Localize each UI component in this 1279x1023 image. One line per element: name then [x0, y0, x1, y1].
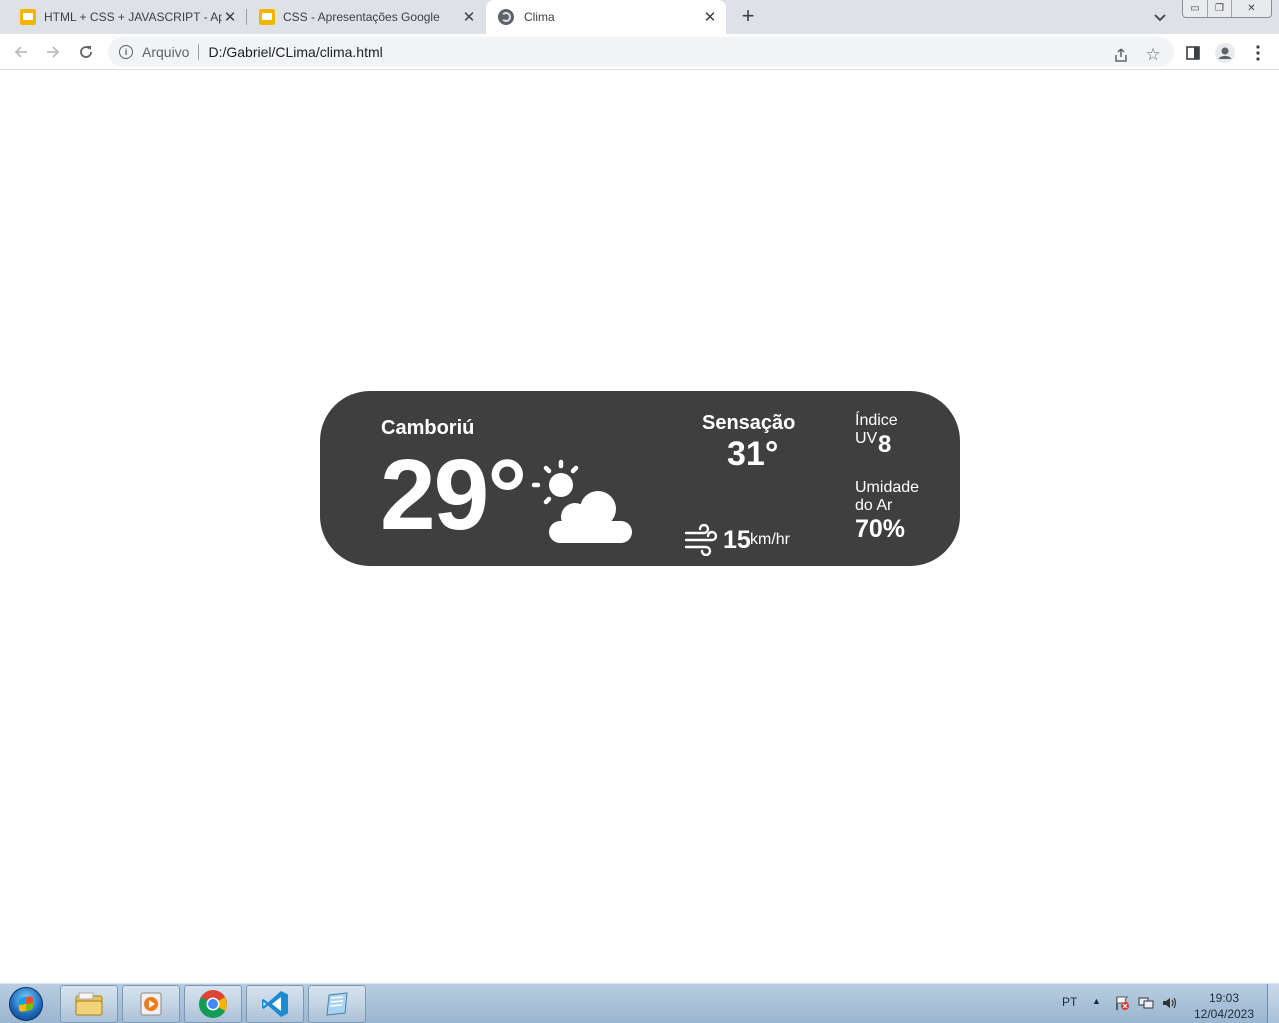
- taskbar-vscode[interactable]: [246, 985, 304, 1023]
- taskbar-chrome[interactable]: [184, 985, 242, 1023]
- reload-button[interactable]: [74, 40, 98, 64]
- start-button[interactable]: [5, 986, 47, 1022]
- tab-title: HTML + CSS + JAVASCRIPT - Apr: [44, 10, 222, 24]
- tab-strip: HTML + CSS + JAVASCRIPT - Apr ✕ CSS - Ap…: [0, 0, 1279, 34]
- show-hidden-icons-arrow-icon[interactable]: ▲: [1092, 996, 1101, 1006]
- globe-icon: [498, 9, 514, 25]
- arrow-left-icon: [14, 46, 27, 58]
- clock-time: 19:03: [1208, 991, 1240, 1005]
- uv-index-label: Índice: [855, 412, 898, 429]
- humidity-label-line2: do Ar: [855, 497, 893, 514]
- restore-button[interactable]: ❐: [1207, 0, 1231, 17]
- back-button[interactable]: [9, 40, 33, 64]
- address-bar[interactable]: i Arquivo D:/Gabriel/CLima/clima.html ☆: [108, 37, 1174, 67]
- url-text[interactable]: D:/Gabriel/CLima/clima.html: [208, 44, 382, 60]
- google-slides-icon: [259, 9, 275, 25]
- system-clock[interactable]: 19:03 12/04/2023: [1186, 990, 1262, 1022]
- new-tab-button[interactable]: +: [736, 5, 760, 29]
- explorer-icon: [75, 992, 103, 1016]
- clock-date: 12/04/2023: [1193, 1007, 1255, 1021]
- volume-icon[interactable]: [1161, 995, 1177, 1011]
- close-window-button[interactable]: ✕: [1231, 0, 1271, 17]
- temperature-value: 29°: [380, 439, 527, 551]
- close-tab-icon[interactable]: ✕: [222, 9, 238, 26]
- minimize-button[interactable]: ▭: [1183, 0, 1207, 17]
- tab-title: Clima: [524, 10, 555, 24]
- close-tab-icon[interactable]: ✕: [702, 9, 718, 26]
- city-name: Camboriú: [381, 417, 475, 439]
- wind-speed-unit: km/hr: [750, 531, 790, 548]
- notepad-icon: [326, 992, 348, 1016]
- windows-logo-icon: [9, 987, 43, 1021]
- security-chip[interactable]: Arquivo: [142, 44, 200, 60]
- google-slides-icon: [20, 9, 36, 25]
- taskbar-notepad[interactable]: [308, 985, 366, 1023]
- menu-kebab-icon[interactable]: [1248, 43, 1268, 63]
- arrow-right-icon: [47, 46, 60, 58]
- feels-like-value: 31°: [727, 435, 779, 473]
- wind-speed-value: 15: [723, 526, 751, 554]
- action-center-flag-icon[interactable]: [1114, 995, 1130, 1011]
- close-tab-icon[interactable]: ✕: [461, 9, 477, 26]
- show-desktop-button[interactable]: [1267, 984, 1279, 1023]
- uv-index-label-uv: UV: [855, 430, 878, 447]
- media-player-icon: [140, 992, 162, 1016]
- browser-toolbar: i Arquivo D:/Gabriel/CLima/clima.html ☆: [0, 34, 1279, 70]
- tab-html-css-js[interactable]: HTML + CSS + JAVASCRIPT - Apr ✕: [0, 0, 246, 34]
- chrome-icon: [199, 990, 227, 1018]
- vscode-icon: [262, 991, 288, 1017]
- feels-like-label: Sensação: [702, 412, 796, 434]
- taskbar-media-player[interactable]: [122, 985, 180, 1023]
- tab-title: CSS - Apresentações Google: [283, 10, 440, 24]
- network-icon[interactable]: [1138, 995, 1154, 1011]
- language-indicator[interactable]: PT: [1062, 995, 1077, 1009]
- bookmark-star-icon[interactable]: ☆: [1144, 45, 1162, 64]
- tab-css-slides[interactable]: CSS - Apresentações Google ✕: [247, 0, 485, 34]
- chevron-down-icon[interactable]: [1150, 7, 1170, 27]
- reload-icon: [80, 46, 92, 58]
- taskbar-explorer[interactable]: [60, 985, 118, 1023]
- forward-button[interactable]: [41, 40, 65, 64]
- side-panel-icon[interactable]: [1183, 43, 1203, 63]
- wind-icon: [684, 524, 718, 556]
- profile-avatar-icon[interactable]: [1215, 43, 1235, 63]
- info-icon[interactable]: i: [119, 45, 133, 59]
- taskbar: PT ▲ 19:03 12/04/2023: [0, 983, 1279, 1023]
- tab-clima[interactable]: Clima ✕: [486, 0, 726, 34]
- window-controls: ▭ ❐ ✕: [1182, 0, 1272, 18]
- humidity-label: Umidade: [855, 479, 920, 496]
- weather-card: Camboriú 29° Sensação 31° 15 km/hr Índic…: [320, 391, 960, 566]
- uv-index-value: 8: [878, 431, 892, 458]
- humidity-value: 70%: [855, 515, 906, 543]
- partly-cloudy-icon: [531, 459, 636, 547]
- share-icon[interactable]: [1112, 46, 1130, 64]
